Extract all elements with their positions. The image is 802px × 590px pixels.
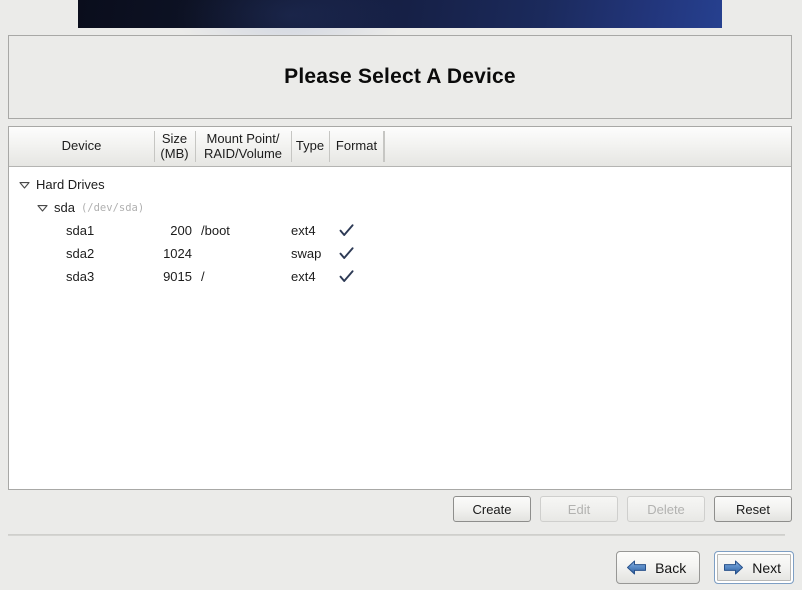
chevron-down-icon[interactable]	[18, 178, 31, 191]
device-name: sda2	[66, 246, 95, 261]
table-header-row: Device Size (MB) Mount Point/ RAID/Volum…	[9, 127, 791, 167]
cell-mount-point: /	[201, 269, 205, 284]
device-name: sda3	[66, 269, 95, 284]
cell-device: sda (/dev/sda)	[9, 200, 154, 215]
column-header-size-label: Size (MB)	[160, 130, 189, 161]
check-icon	[339, 223, 354, 238]
arrow-right-icon	[723, 559, 744, 576]
arrow-left-icon	[626, 559, 647, 576]
page-title: Please Select A Device	[284, 65, 516, 88]
check-icon	[339, 269, 354, 284]
edit-button-label: Edit	[567, 501, 591, 517]
cell-format	[329, 223, 384, 238]
device-name: sda	[54, 200, 75, 215]
cell-format	[329, 246, 384, 261]
check-icon	[339, 246, 354, 261]
edit-button: Edit	[540, 496, 618, 522]
cell-size: 200	[170, 223, 192, 238]
cell-device: sda3	[9, 269, 154, 284]
back-button-label: Back	[655, 559, 687, 576]
title-panel: Please Select A Device	[8, 35, 792, 119]
column-header-device[interactable]: Device	[9, 127, 154, 166]
device-tree-body: Hard Drives sda (/dev/sda) sda1 200/boot ext4…	[9, 167, 791, 288]
cell-device: Hard Drives	[9, 177, 154, 192]
column-header-mount-line1: Mount Point/	[206, 130, 280, 146]
cell-format	[329, 269, 384, 284]
navigation-buttons: Back Next	[0, 551, 802, 584]
column-header-size-line2: (MB)	[160, 145, 189, 161]
banner-area	[0, 0, 802, 70]
reset-button-label: Reset	[736, 501, 770, 517]
device-path: (/dev/sda)	[80, 201, 145, 214]
cell-size: 9015	[163, 269, 192, 284]
back-button[interactable]: Back	[616, 551, 701, 584]
table-row[interactable]: Hard Drives	[9, 173, 791, 196]
table-row[interactable]: sda3 9015 / ext4	[9, 265, 791, 288]
column-header-size-line1: Size	[161, 130, 188, 146]
next-button[interactable]: Next	[714, 551, 794, 584]
device-name: sda1	[66, 223, 95, 238]
column-header-mount-point[interactable]: Mount Point/ RAID/Volume	[195, 127, 291, 166]
column-header-format[interactable]: Format	[329, 127, 384, 166]
column-header-type[interactable]: Type	[291, 127, 329, 166]
table-row[interactable]: sda1 200/boot ext4	[9, 219, 791, 242]
column-header-filler	[384, 127, 791, 166]
installer-banner	[78, 0, 722, 70]
device-name: Hard Drives	[36, 177, 105, 192]
footer-divider	[8, 534, 785, 536]
delete-button: Delete	[627, 496, 705, 522]
partition-actions: Create Edit Delete Reset	[0, 496, 802, 522]
cell-mount-point: /boot	[201, 223, 230, 238]
table-row[interactable]: sda2 1024 swap	[9, 242, 791, 265]
column-header-mount-line2: RAID/Volume	[203, 145, 283, 161]
column-header-type-label: Type	[295, 138, 325, 154]
cell-type: swap	[291, 246, 322, 261]
cell-device: sda1	[9, 223, 154, 238]
cell-type: ext4	[291, 223, 316, 238]
create-button[interactable]: Create	[453, 496, 531, 522]
column-header-format-label: Format	[335, 138, 378, 154]
cell-device: sda2	[9, 246, 154, 261]
reset-button[interactable]: Reset	[714, 496, 792, 522]
create-button-label: Create	[472, 501, 512, 517]
device-list-panel: Device Size (MB) Mount Point/ RAID/Volum…	[8, 126, 792, 490]
cell-type: ext4	[291, 269, 316, 284]
delete-button-label: Delete	[647, 501, 685, 517]
chevron-down-icon[interactable]	[36, 201, 49, 214]
column-header-mount-point-label: Mount Point/ RAID/Volume	[203, 130, 283, 161]
column-header-device-label: Device	[61, 138, 102, 154]
table-row[interactable]: sda (/dev/sda)	[9, 196, 791, 219]
cell-size: 1024	[163, 246, 192, 261]
next-button-label: Next	[752, 559, 781, 576]
column-header-size[interactable]: Size (MB)	[154, 127, 195, 166]
